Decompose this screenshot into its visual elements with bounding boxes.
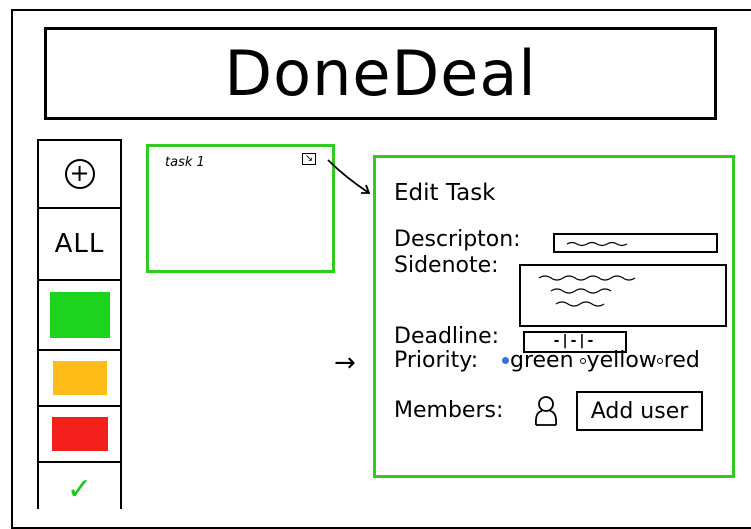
filter-red-button[interactable] bbox=[39, 407, 120, 463]
user-icon[interactable] bbox=[533, 395, 559, 427]
priority-radio-red[interactable] bbox=[656, 357, 663, 364]
sidebar: + ALL ✓ bbox=[37, 139, 122, 509]
edit-icon[interactable]: ↘ bbox=[302, 153, 316, 165]
add-user-button[interactable]: Add user bbox=[576, 391, 703, 431]
filter-all-label: ALL bbox=[54, 229, 105, 259]
yellow-swatch bbox=[52, 361, 107, 395]
red-swatch bbox=[51, 417, 108, 451]
priority-pointer-arrow: → bbox=[334, 348, 356, 378]
checkmark-icon: ✓ bbox=[66, 471, 93, 507]
members-label: Members: bbox=[394, 398, 504, 423]
task-title: task 1 bbox=[165, 155, 205, 170]
filter-all-button[interactable]: ALL bbox=[39, 209, 120, 281]
add-task-button[interactable]: + bbox=[39, 141, 120, 209]
filter-yellow-button[interactable] bbox=[39, 351, 120, 407]
priority-radio-yellow[interactable] bbox=[579, 357, 586, 364]
deadline-label: Deadline: bbox=[394, 324, 500, 349]
priority-radio-group: green yellow red bbox=[502, 348, 700, 373]
app-title: DoneDeal bbox=[224, 36, 537, 110]
filter-green-button[interactable] bbox=[39, 281, 120, 351]
description-scribble bbox=[566, 241, 628, 247]
edit-task-panel: Edit Task Descripton: Sidenote: Deadline… bbox=[373, 155, 735, 478]
priority-radio-green[interactable] bbox=[502, 357, 509, 364]
edit-task-title: Edit Task bbox=[394, 180, 496, 206]
description-input[interactable] bbox=[553, 233, 718, 253]
sidenote-input[interactable] bbox=[519, 264, 727, 327]
priority-label: Priority: bbox=[394, 348, 479, 373]
card-to-editor-arrow bbox=[327, 159, 371, 194]
priority-option-yellow[interactable]: yellow bbox=[587, 348, 657, 373]
sidenote-label: Sidenote: bbox=[394, 253, 499, 278]
app-header: DoneDeal bbox=[44, 27, 717, 120]
task-card[interactable]: task 1 ↘ bbox=[146, 144, 335, 273]
green-swatch bbox=[49, 292, 110, 338]
sidenote-scribble bbox=[538, 275, 636, 307]
plus-circle-icon: + bbox=[64, 159, 95, 189]
priority-option-green[interactable]: green bbox=[510, 348, 574, 373]
filter-done-button[interactable]: ✓ bbox=[39, 463, 120, 511]
description-label: Descripton: bbox=[394, 227, 521, 252]
priority-option-red[interactable]: red bbox=[664, 348, 700, 373]
